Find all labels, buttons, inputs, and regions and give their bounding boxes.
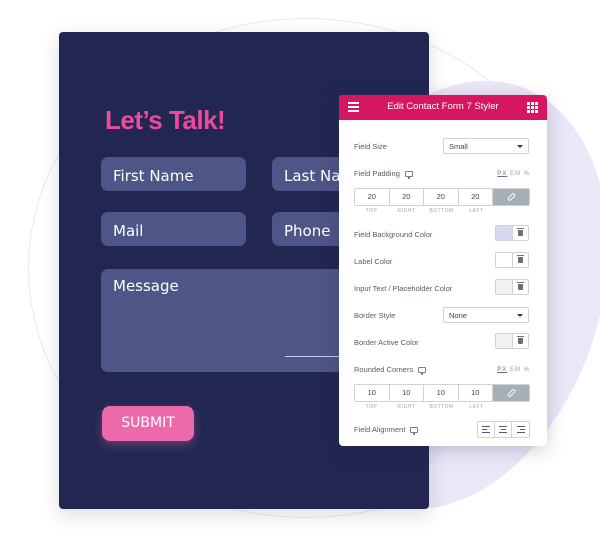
panel-header: Edit Contact Form 7 Styler (339, 95, 547, 120)
field-alignment-label: Field Alignment (354, 425, 419, 436)
corner-side-labels: TOP RIGHT BOTTOM LEFT (354, 404, 494, 410)
side-label-bottom: BOTTOM (429, 208, 454, 214)
corner-units[interactable]: PX EM % (497, 367, 530, 373)
padding-units[interactable]: PX EM % (497, 171, 530, 177)
border-active-color-label: Border Active Color (354, 338, 419, 347)
padding-side-labels: TOP RIGHT BOTTOM LEFT (354, 208, 494, 214)
corner-top-input[interactable]: 10 (355, 385, 390, 401)
apps-grid-icon[interactable] (527, 102, 538, 113)
side-label-left: LEFT (469, 208, 484, 214)
trash-icon (517, 228, 524, 236)
field-size-value: Small (449, 142, 468, 151)
unit-percent[interactable]: % (524, 171, 530, 177)
field-padding-label: Field Padding (354, 169, 413, 180)
trash-icon (517, 255, 524, 263)
corner-bottom-input[interactable]: 10 (424, 385, 459, 401)
link-values-button[interactable] (493, 385, 529, 401)
monitor-icon[interactable] (410, 427, 419, 436)
align-left-icon[interactable] (478, 422, 495, 437)
field-alignment-text: Field Alignment (354, 425, 406, 434)
side-label-right: RIGHT (397, 404, 416, 410)
padding-left-input[interactable]: 20 (459, 189, 493, 205)
trash-icon (517, 282, 524, 290)
border-active-color-picker (495, 333, 529, 349)
link-icon (506, 192, 516, 202)
monitor-icon[interactable] (404, 171, 413, 180)
link-values-button[interactable] (493, 189, 529, 205)
corner-left-input[interactable]: 10 (459, 385, 493, 401)
border-style-label: Border Style (354, 311, 396, 320)
padding-dimensions: 20 20 20 20 (354, 188, 530, 206)
color-swatch[interactable] (495, 333, 513, 349)
clear-color-button[interactable] (513, 225, 529, 241)
align-center-icon[interactable] (495, 422, 512, 437)
side-label-top: TOP (365, 208, 378, 214)
border-style-value: None (449, 311, 467, 320)
first-name-field[interactable]: First Name (101, 157, 246, 191)
input-text-color-label: Input Text / Placeholder Color (354, 284, 453, 293)
color-swatch[interactable] (495, 225, 513, 241)
monitor-icon[interactable] (418, 367, 427, 376)
clear-color-button[interactable] (513, 333, 529, 349)
color-swatch[interactable] (495, 252, 513, 268)
form-title: Let’s Talk! (105, 105, 226, 135)
align-right-icon[interactable] (512, 422, 529, 437)
side-label-left: LEFT (469, 404, 484, 410)
mail-field[interactable]: Mail (101, 212, 246, 246)
unit-px[interactable]: PX (497, 171, 507, 177)
clear-color-button[interactable] (513, 252, 529, 268)
link-icon (506, 388, 516, 398)
message-divider (285, 356, 345, 357)
unit-px[interactable]: PX (497, 367, 507, 373)
corner-dimensions: 10 10 10 10 (354, 384, 530, 402)
label-color-picker (495, 252, 529, 268)
clear-color-button[interactable] (513, 279, 529, 295)
unit-em[interactable]: EM (510, 367, 521, 373)
side-label-right: RIGHT (397, 208, 416, 214)
alignment-buttons (477, 421, 530, 438)
input-text-color-picker (495, 279, 529, 295)
field-size-select[interactable]: Small (443, 138, 529, 154)
padding-bottom-input[interactable]: 20 (424, 189, 459, 205)
border-style-select[interactable]: None (443, 307, 529, 323)
unit-percent[interactable]: % (524, 367, 530, 373)
field-bg-color-picker (495, 225, 529, 241)
padding-right-input[interactable]: 20 (390, 189, 424, 205)
side-label-top: TOP (365, 404, 378, 410)
field-padding-text: Field Padding (354, 169, 400, 178)
padding-top-input[interactable]: 20 (355, 189, 390, 205)
trash-icon (517, 336, 524, 344)
styler-panel: Edit Contact Form 7 Styler Field Size Sm… (339, 95, 547, 446)
rounded-corners-label: Rounded Corners (354, 365, 427, 376)
corner-right-input[interactable]: 10 (390, 385, 424, 401)
unit-em[interactable]: EM (510, 171, 521, 177)
field-size-label: Field Size (354, 142, 387, 151)
panel-title: Edit Contact Form 7 Styler (387, 101, 499, 112)
side-label-bottom: BOTTOM (429, 404, 454, 410)
color-swatch[interactable] (495, 279, 513, 295)
rounded-corners-text: Rounded Corners (354, 365, 414, 374)
chevron-down-icon (517, 314, 523, 317)
submit-button[interactable]: SUBMIT (102, 406, 194, 441)
field-bg-color-label: Field Background Color (354, 230, 433, 239)
chevron-down-icon (517, 145, 523, 148)
label-color-label: Label Color (354, 257, 393, 266)
